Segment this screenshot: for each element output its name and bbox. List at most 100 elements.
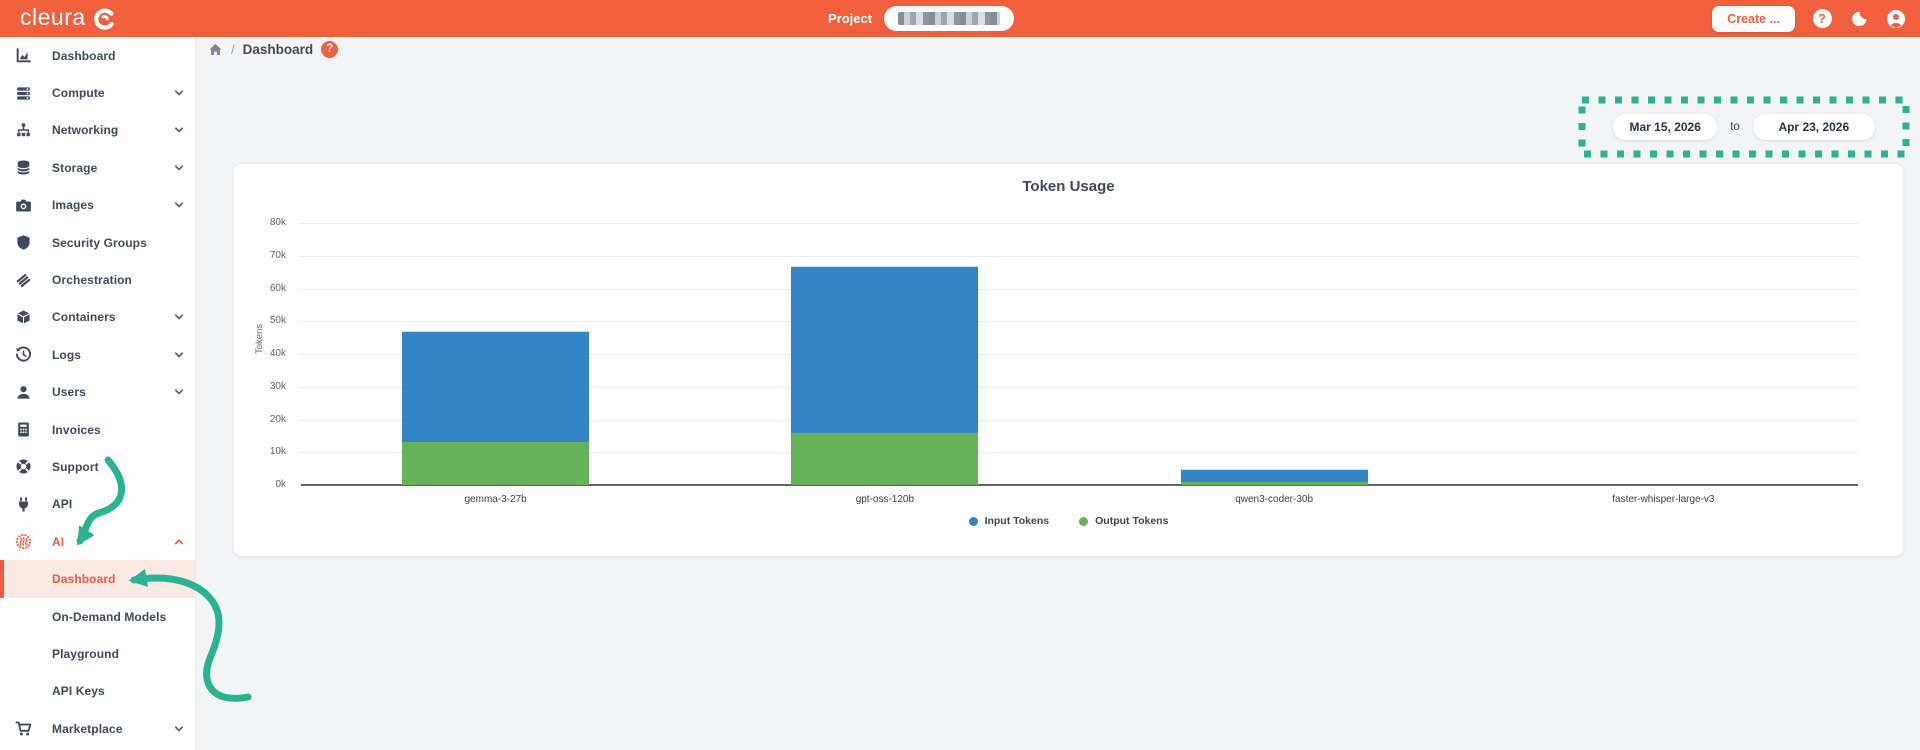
sidebar-item-support[interactable]: Support [0,448,195,485]
sidebar-item-label: Images [52,198,94,213]
sidebar-item-marketplace[interactable]: Marketplace [0,710,195,747]
bar-segment-output-tokens [402,442,590,485]
chevron-down-icon [173,723,185,735]
sidebar-item-containers[interactable]: Containers [0,299,195,336]
images-icon [15,197,45,214]
api-icon [15,496,45,513]
sidebar-item-ai[interactable]: AI [0,523,195,560]
dark-mode-icon[interactable] [1849,9,1869,29]
y-axis-tick-label: 80k [269,217,286,228]
date-range-picker: Mar 15, 2026 to Apr 23, 2026 [1578,96,1910,158]
sidebar-item-label: Security Groups [52,235,147,250]
legend-dot [968,516,978,526]
sidebar-item-label: On-Demand Models [52,609,167,624]
sidebar-item-invoices[interactable]: Invoices [0,411,195,448]
help-icon[interactable]: ? [1812,9,1832,29]
sidebar-item-networking[interactable]: Networking [0,112,195,149]
sidebar-item-security-groups[interactable]: Security Groups [0,224,195,261]
marketplace-icon [15,720,45,737]
storage-icon [15,159,45,176]
chevron-down-icon [173,87,185,99]
project-label: Project [828,11,873,26]
account-icon[interactable] [1886,9,1906,29]
sidebar-item-playground[interactable]: Playground [0,635,195,672]
token-usage-chart: Token Usage Tokens Input Tokens Output To… [233,163,1904,557]
sidebar-item-label: Networking [52,123,119,138]
chevron-down-icon [173,349,185,361]
sidebar-item-label: API Keys [52,684,105,699]
project-selector[interactable] [884,6,1015,31]
y-axis-tick-label: 70k [269,249,286,261]
chart-gridline [301,288,1858,290]
bar-segment-input-tokens [791,265,979,433]
help-icon[interactable]: ? [321,40,339,58]
y-axis-tick-label: 0k [275,479,286,490]
support-icon [15,458,45,475]
sidebar-item-label: Containers [52,310,116,325]
end-date-input[interactable]: Apr 23, 2026 [1752,114,1875,140]
x-axis-category-label: qwen3-coder-30b [1235,494,1314,505]
y-axis-tick-label: 20k [269,413,286,425]
cleura-logo[interactable]: cleura [20,3,115,32]
sidebar-item-images[interactable]: Images [0,187,195,224]
chart-title: Token Usage [1022,178,1115,195]
breadcrumb-page: Dashboard [242,41,314,57]
chevron-down-icon [173,162,185,174]
sidebar-item-compute[interactable]: Compute [0,74,195,111]
breadcrumb: / Dashboard ? [208,38,339,60]
legend-item-input-tokens[interactable]: Input Tokens [968,515,1050,527]
chevron-down-icon [173,386,185,398]
networking-icon [15,122,45,139]
sidebar-item-label: AI [52,534,65,549]
logo-text: cleura [20,3,86,30]
sidebar-item-api-keys[interactable]: API Keys [0,673,195,710]
sidebar-item-dashboard[interactable]: Dashboard [0,560,195,598]
sidebar-item-label: Storage [52,160,98,175]
x-axis-category-label: gpt-oss-120b [855,494,915,505]
sidebar-item-orchestration[interactable]: Orchestration [0,261,195,298]
sidebar-item-label: Dashboard [52,48,116,63]
y-axis-tick-label: 10k [269,446,286,458]
chart-gridline [301,255,1858,257]
bar-segment-output-tokens [1180,481,1368,485]
date-range-to-label: to [1730,121,1740,133]
containers-icon [15,309,45,326]
sidebar-item-label: Playground [52,646,120,661]
legend-item-output-tokens[interactable]: Output Tokens [1079,515,1168,527]
invoices-icon [15,421,45,438]
security-groups-icon [15,234,45,251]
sidebar-item-label: Support [52,459,99,474]
logs-icon [15,346,45,363]
sidebar-item-label: Marketplace [52,721,123,736]
legend-label: Input Tokens [984,515,1050,527]
breadcrumb-separator: / [231,41,235,57]
sidebar-item-label: Dashboard [52,572,116,587]
sidebar-item-api[interactable]: API [0,486,195,523]
create-button[interactable]: Create ... [1712,5,1795,32]
ai-icon [15,533,45,550]
start-date-input[interactable]: Mar 15, 2026 [1613,114,1718,140]
chart-legend: Input Tokens Output Tokens [234,515,1903,527]
x-axis-category-label: gemma-3-27b [464,494,527,505]
sidebar-item-logs[interactable]: Logs [0,336,195,373]
sidebar-item-storage[interactable]: Storage [0,149,195,186]
redacted-project-name [898,12,1001,25]
sidebar: Dashboard Compute Networking Storage Images S… [0,37,196,750]
sidebar-item-dashboard[interactable]: Dashboard [0,37,195,74]
bar-segment-input-tokens [1180,468,1368,482]
sidebar-item-label: Invoices [52,422,101,437]
sidebar-item-label: API [52,497,73,512]
y-axis-tick-label: 60k [269,282,286,294]
y-axis-tick-label: 50k [269,315,286,327]
sidebar-item-label: Users [52,385,86,400]
cleura-c-icon [93,8,115,30]
legend-label: Output Tokens [1095,515,1169,527]
chevron-down-icon [173,311,185,323]
chevron-up-icon [173,536,185,548]
sidebar-item-label: Logs [52,347,82,362]
sidebar-item-users[interactable]: Users [0,374,195,411]
top-bar: cleura Project Create ... ? [0,0,1920,37]
home-icon[interactable] [208,42,223,57]
legend-dot [1079,516,1089,526]
sidebar-item-on-demand-models[interactable]: On-Demand Models [0,598,195,635]
